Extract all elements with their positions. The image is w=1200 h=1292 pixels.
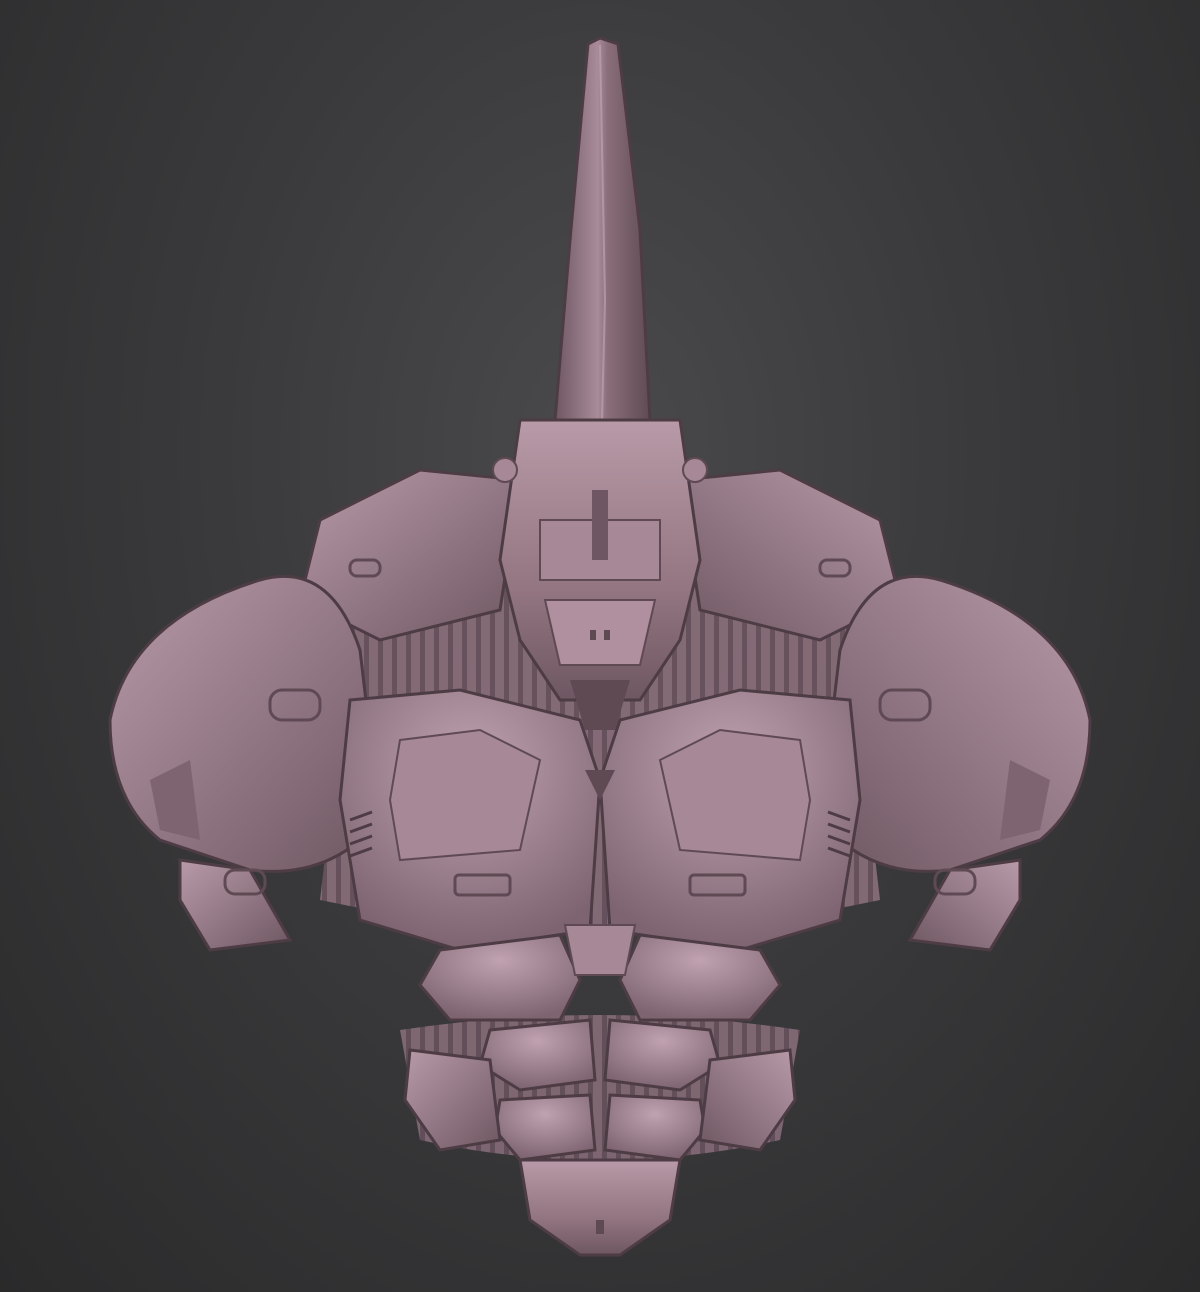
lower-plate — [518, 1158, 682, 1257]
viewport-canvas — [0, 0, 1200, 1292]
armored-rhino-bust-sculpt-icon — [108, 36, 1092, 1257]
